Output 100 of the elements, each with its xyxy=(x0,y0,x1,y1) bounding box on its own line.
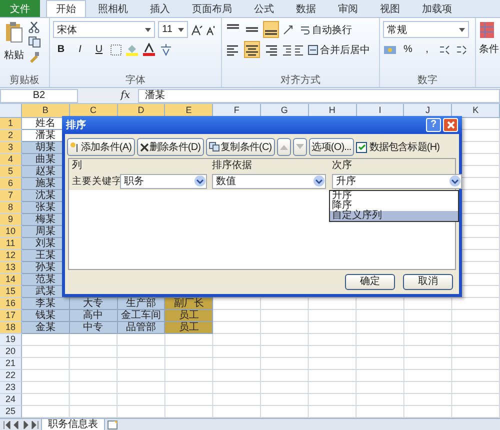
bold-button[interactable]: B xyxy=(53,41,69,58)
ribbon-tab[interactable]: 公式 xyxy=(244,0,284,17)
table-cell: 金工车间 xyxy=(118,310,166,322)
align-button[interactable] xyxy=(244,41,260,58)
table-cell: 大专 xyxy=(70,298,118,310)
row-header[interactable]: 16 xyxy=(0,298,22,310)
ribbon-tab[interactable]: 数据 xyxy=(286,0,326,17)
copy-icon xyxy=(208,142,220,152)
function-button[interactable]: fx xyxy=(78,90,138,101)
ribbon-tab[interactable]: 视图 xyxy=(370,0,410,17)
align-icon xyxy=(226,44,240,56)
toolbar-button[interactable]: 复制条件(C) xyxy=(206,138,275,156)
align-button[interactable] xyxy=(263,21,279,38)
ribbon-tab[interactable]: 页面布局 xyxy=(182,0,242,17)
ribbon-tab[interactable]: 照相机 xyxy=(88,0,138,17)
row-header[interactable]: 8 xyxy=(0,202,22,214)
font-color-icon[interactable] xyxy=(142,43,156,56)
table-cell: 生产部 xyxy=(118,298,166,310)
sort-on-select[interactable]: 数值 xyxy=(212,174,326,188)
column-heading: 次序 xyxy=(332,159,353,172)
row-header[interactable]: 23 xyxy=(0,382,22,394)
toolbar-button[interactable]: 添加条件(A) xyxy=(67,138,135,156)
paste-button[interactable]: 粘贴 xyxy=(3,46,25,63)
underline-button[interactable]: U xyxy=(91,41,107,58)
sheet-navigation-icon[interactable] xyxy=(3,420,39,428)
font-size-field[interactable]: 11 xyxy=(158,21,188,38)
caret-icon xyxy=(145,28,151,32)
row-header[interactable]: 5 xyxy=(0,166,22,178)
align-icon xyxy=(245,27,259,32)
row-header[interactable]: 18 xyxy=(0,322,22,334)
shrink-font-icon[interactable] xyxy=(206,24,216,36)
row-header[interactable]: 25 xyxy=(0,406,22,418)
options-button[interactable]: 选项(O)... xyxy=(308,138,354,156)
cut-icon[interactable] xyxy=(28,21,40,33)
close-button[interactable] xyxy=(443,118,458,132)
column-header[interactable]: B xyxy=(22,104,70,118)
row-header[interactable]: 14 xyxy=(0,274,22,286)
table-cell: 钱某 xyxy=(22,310,70,322)
row-header[interactable]: 10 xyxy=(0,226,22,238)
help-button[interactable]: ? xyxy=(426,118,441,132)
toolbar-button[interactable]: 删除条件(D) xyxy=(136,138,204,156)
row-header[interactable]: 11 xyxy=(0,238,22,250)
brush-icon[interactable] xyxy=(28,51,40,63)
checkbox-label[interactable]: 数据包含标题(H) xyxy=(369,140,440,154)
sheet-tab[interactable]: 职务信息表 xyxy=(41,418,105,430)
comma-button[interactable]: , xyxy=(419,41,435,58)
dropdown-option[interactable]: 自定义序列 xyxy=(330,211,458,221)
row-header[interactable]: 12 xyxy=(0,250,22,262)
formula-field[interactable]: 潘某 xyxy=(138,88,500,102)
row-header[interactable]: 19 xyxy=(0,334,22,346)
column-select[interactable]: 职务 xyxy=(120,174,207,188)
row-header[interactable]: 4 xyxy=(0,154,22,166)
ribbon-tab[interactable]: 开始 xyxy=(46,0,86,17)
ribbon-tab[interactable]: 文件 xyxy=(0,0,40,17)
conditional-format-label[interactable]: 条件 xyxy=(479,42,500,56)
new-sheet-icon[interactable] xyxy=(107,420,119,430)
row-header[interactable]: 9 xyxy=(0,214,22,226)
border-icon[interactable] xyxy=(110,44,122,56)
percent-button[interactable]: % xyxy=(400,41,416,58)
row-header[interactable]: 7 xyxy=(0,190,22,202)
checkbox[interactable] xyxy=(356,142,368,152)
row-header[interactable]: 2 xyxy=(0,130,22,142)
group-label: 对齐方式 xyxy=(280,74,322,87)
row-header[interactable]: 15 xyxy=(0,286,22,298)
merge-center-button[interactable]: 合并后居中 xyxy=(307,41,371,58)
order-select[interactable]: 升序 xyxy=(332,174,462,188)
column-heading: 排序依据 xyxy=(212,159,253,172)
group-label: 数字 xyxy=(416,74,438,87)
column-header[interactable]: K xyxy=(452,104,500,118)
table-cell: 金某 xyxy=(22,322,70,334)
row-header[interactable]: 21 xyxy=(0,358,22,370)
indent-icon[interactable] xyxy=(282,44,304,56)
ribbon-tab[interactable]: 加载项 xyxy=(412,0,462,17)
down-arrow-icon xyxy=(296,144,304,150)
row-header[interactable]: 3 xyxy=(0,142,22,154)
copy-icon[interactable] xyxy=(28,36,42,48)
number-format-field[interactable]: 常规 xyxy=(383,21,469,38)
fill-color-icon[interactable] xyxy=(125,43,139,56)
wrap-text-button[interactable]: 自动换行 xyxy=(299,21,353,38)
ok-button[interactable]: 确定 xyxy=(345,274,395,290)
ribbon-tab[interactable]: 插入 xyxy=(140,0,180,17)
paste-icon[interactable] xyxy=(5,21,23,43)
align-icon xyxy=(245,44,259,56)
grow-font-icon[interactable] xyxy=(191,24,203,36)
table-cell: 员工 xyxy=(165,310,214,322)
row-header[interactable]: 17 xyxy=(0,310,22,322)
row-header[interactable]: 6 xyxy=(0,178,22,190)
row-header[interactable]: 24 xyxy=(0,394,22,406)
group-label: 剪贴板 xyxy=(8,74,40,87)
row-header[interactable]: 13 xyxy=(0,262,22,274)
font-name-field[interactable]: 宋体 xyxy=(53,21,155,38)
cancel-button[interactable]: 取消 xyxy=(403,274,453,290)
dropdown-icon xyxy=(313,175,325,187)
table-icon[interactable] xyxy=(479,21,495,39)
row-header[interactable]: 1 xyxy=(0,118,22,130)
italic-button[interactable]: I xyxy=(72,41,88,58)
row-header[interactable]: 22 xyxy=(0,370,22,382)
name-box[interactable]: B2 xyxy=(0,88,78,102)
row-header[interactable]: 20 xyxy=(0,346,22,358)
ribbon-tab[interactable]: 审阅 xyxy=(328,0,368,17)
